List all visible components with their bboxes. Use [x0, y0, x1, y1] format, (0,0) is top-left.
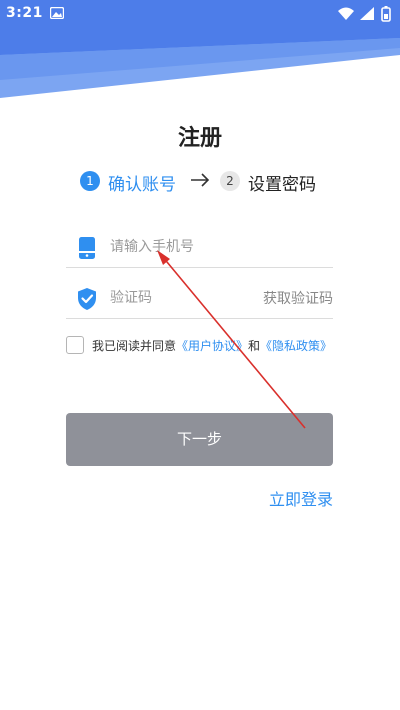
- battery-icon: [381, 6, 391, 22]
- step-2-label: 设置密码: [248, 175, 316, 195]
- privacy-policy-link[interactable]: 《隐私政策》: [260, 339, 332, 353]
- agreement-row: 我已阅读并同意《用户协议》和《隐私政策》: [66, 335, 366, 357]
- agreement-conjunction: 和: [248, 339, 261, 353]
- phone-field-row: [66, 227, 333, 268]
- next-step-button[interactable]: 下一步: [66, 413, 333, 466]
- get-code-button[interactable]: 获取验证码: [263, 288, 333, 308]
- phone-input[interactable]: [110, 233, 325, 261]
- code-field-row: 获取验证码: [66, 278, 333, 319]
- agreement-prefix: 我已阅读并同意: [92, 339, 177, 353]
- agreement-checkbox[interactable]: [66, 336, 84, 354]
- login-link[interactable]: 立即登录: [269, 486, 333, 510]
- page-title: 注册: [177, 126, 222, 151]
- step-1-label: 确认账号: [108, 175, 176, 195]
- user-agreement-link[interactable]: 《用户协议》: [176, 339, 248, 353]
- wifi-icon: [338, 7, 354, 20]
- step-indicator: 1 确认账号 2 设置密码: [80, 168, 340, 195]
- verification-code-input[interactable]: [110, 284, 240, 312]
- step-2-number: 2: [220, 171, 240, 191]
- status-bar: 3:21: [0, 0, 400, 28]
- phone-icon: [79, 237, 95, 259]
- status-icons: [338, 6, 391, 22]
- shield-check-icon: [78, 288, 96, 310]
- step-1-number: 1: [80, 171, 100, 191]
- signal-icon: [360, 7, 374, 20]
- status-time: 3:21: [6, 5, 43, 21]
- agreement-text: 我已阅读并同意《用户协议》和《隐私政策》: [92, 337, 332, 354]
- arrow-right-icon: [191, 173, 210, 187]
- image-notification-icon: [50, 7, 64, 19]
